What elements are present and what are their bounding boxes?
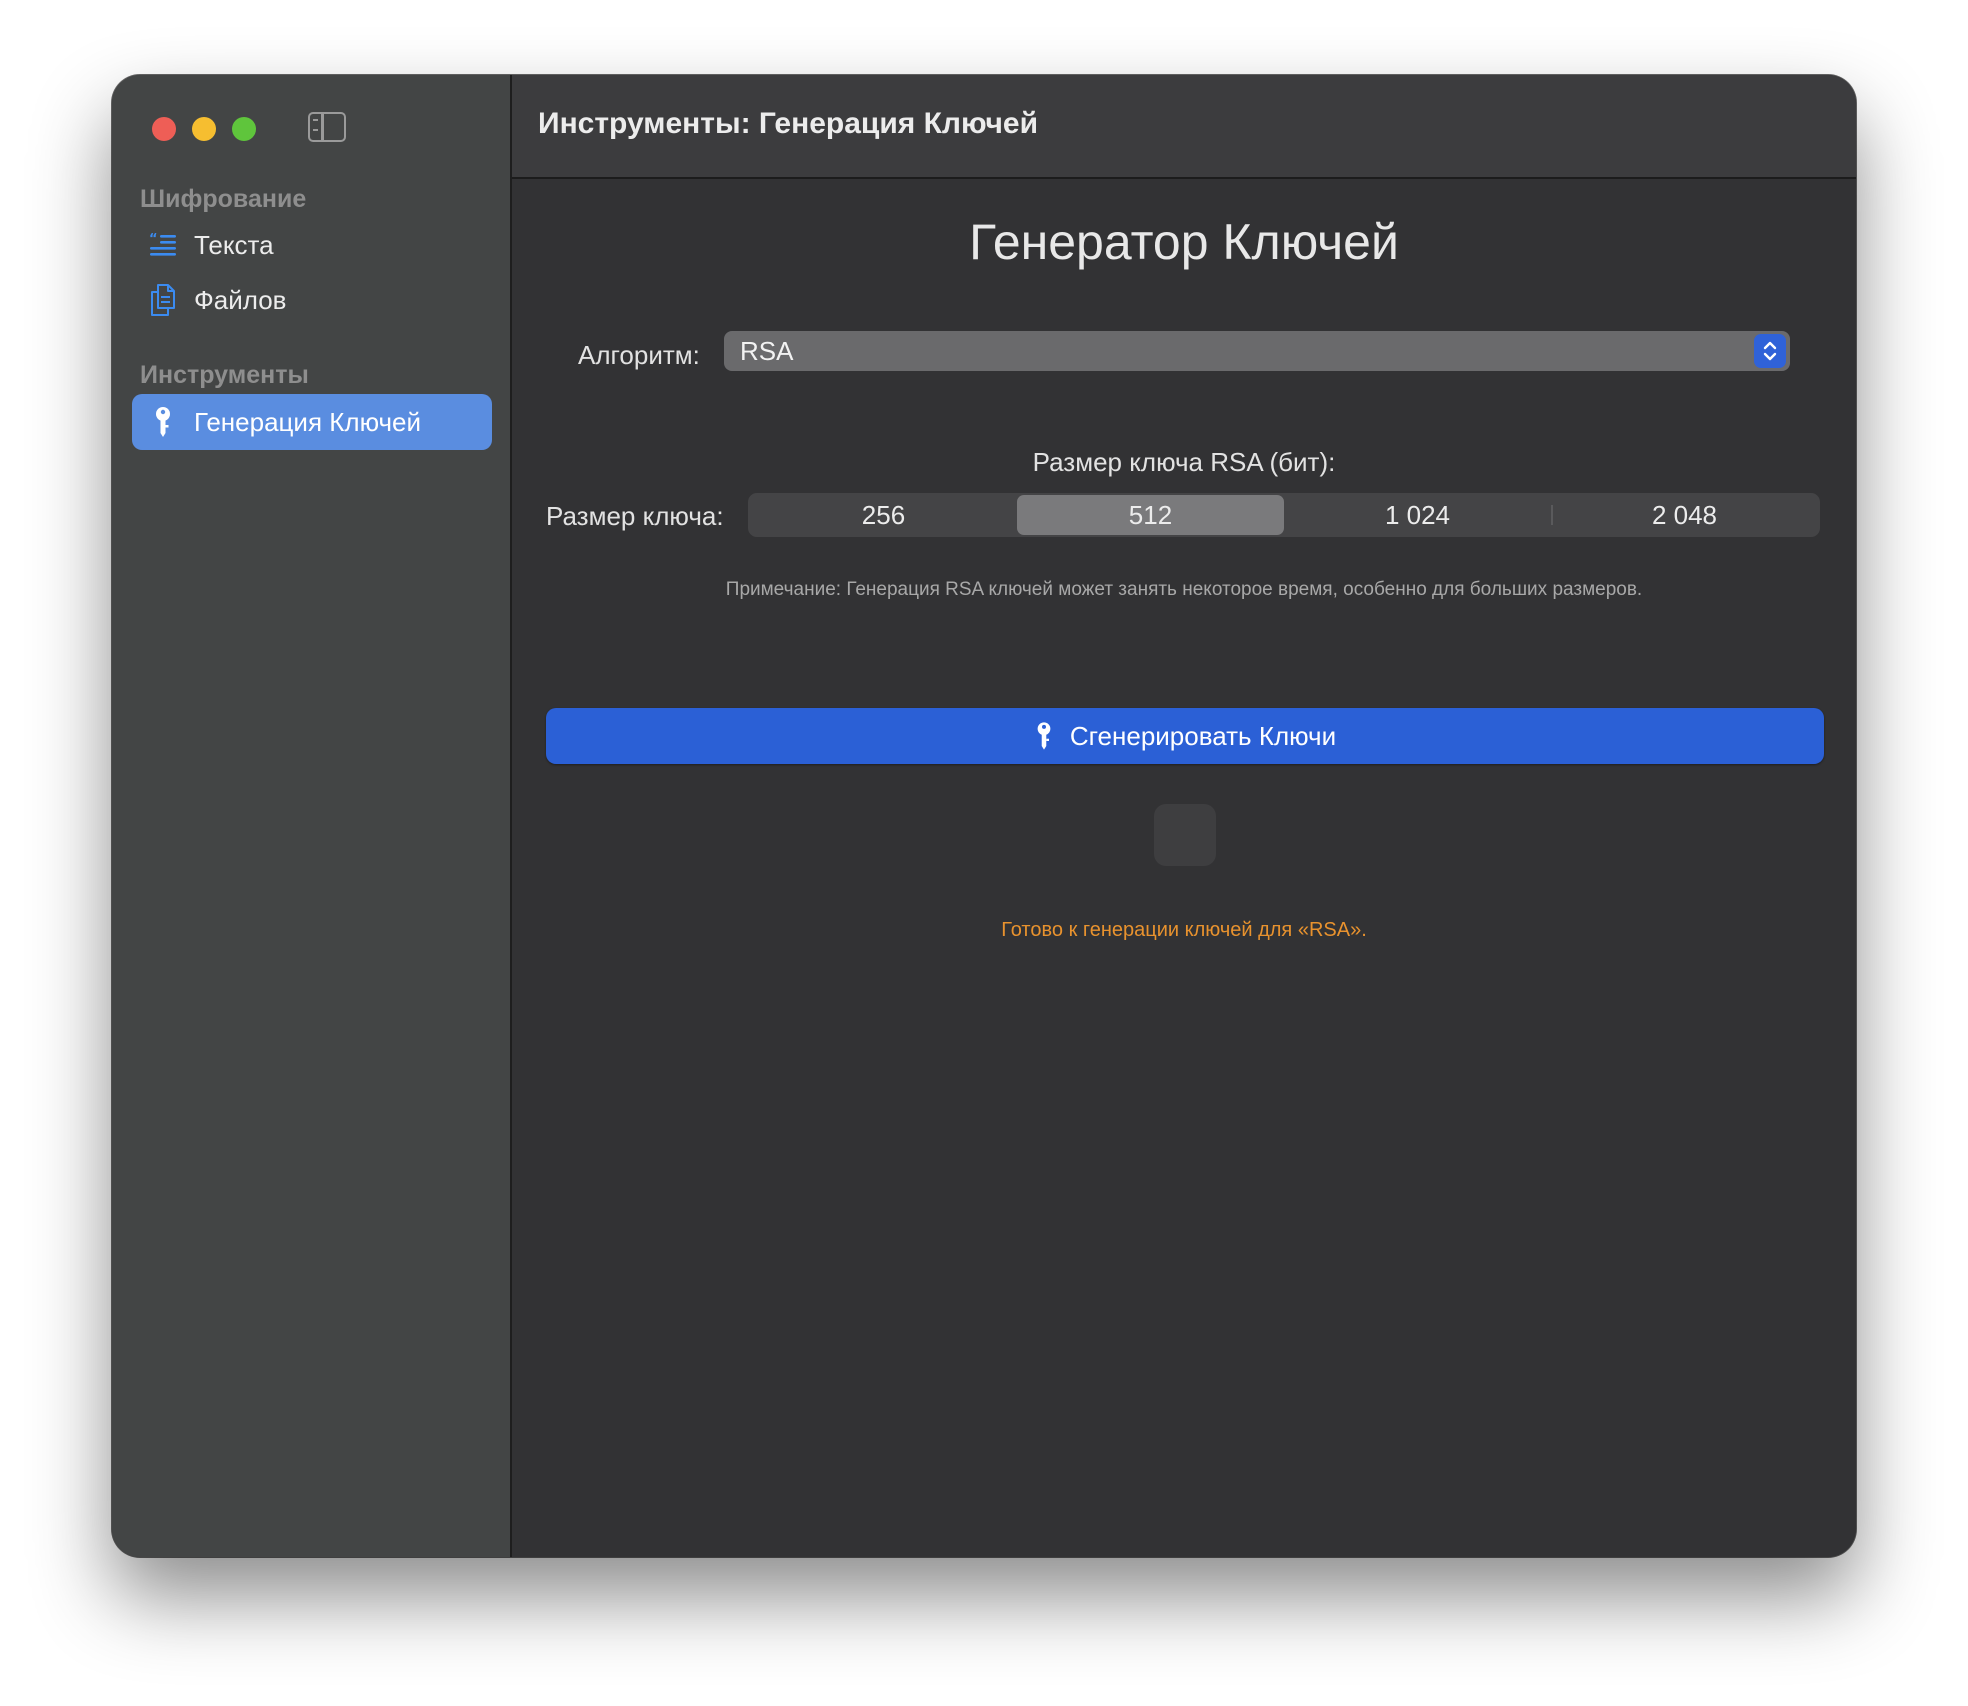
svg-text:“: “ — [149, 232, 158, 247]
key-icon — [148, 407, 178, 437]
app-window: Шифрование “ Текста Файлов Инструменты Г… — [112, 75, 1856, 1557]
status-message: Готово к генерации ключей для «RSA». — [1001, 919, 1367, 941]
key-size-segmented-control: 256 512 1 024 2 048 — [748, 493, 1820, 537]
key-size-label: Размер ключа: — [546, 501, 724, 531]
generation-note: Примечание: Генерация RSA ключей может з… — [725, 579, 1643, 600]
main-content: Инструменты: Генерация Ключей Генератор … — [512, 75, 1856, 1557]
generate-keys-button-label: Сгенерировать Ключи — [1069, 720, 1337, 751]
titlebar: Инструменты: Генерация Ключей — [512, 75, 1856, 179]
sidebar: Шифрование “ Текста Файлов Инструменты Г… — [112, 75, 512, 1557]
sidebar-section-tools-header: Инструменты — [140, 361, 309, 389]
sidebar-item-label: Файлов — [194, 284, 287, 315]
documents-icon — [148, 284, 178, 316]
algorithm-select[interactable]: RSA — [724, 331, 1790, 371]
sidebar-toggle-icon[interactable] — [308, 112, 346, 142]
key-icon — [1034, 721, 1054, 751]
sidebar-item-text[interactable]: “ Текста — [132, 217, 492, 273]
text-quote-icon: “ — [148, 230, 178, 260]
minimize-window-button[interactable] — [192, 117, 216, 141]
key-size-option-256[interactable]: 256 — [750, 495, 1017, 535]
key-size-option-1024[interactable]: 1 024 — [1284, 495, 1551, 535]
window-title: Инструменты: Генерация Ключей — [538, 107, 1039, 140]
generate-keys-button[interactable]: Сгенерировать Ключи — [546, 708, 1824, 764]
algorithm-label: Алгоритм: — [578, 340, 700, 370]
key-size-option-2048[interactable]: 2 048 — [1551, 495, 1818, 535]
key-size-option-512[interactable]: 512 — [1017, 495, 1284, 535]
page-title: Генератор Ключей — [969, 214, 1399, 270]
sidebar-item-key-generation[interactable]: Генерация Ключей — [132, 394, 492, 450]
zoom-window-button[interactable] — [232, 117, 256, 141]
progress-indicator — [1154, 804, 1216, 866]
key-size-heading: Размер ключа RSA (бит): — [1032, 447, 1336, 477]
sidebar-item-files[interactable]: Файлов — [132, 272, 492, 328]
sidebar-section-encryption-header: Шифрование — [140, 185, 307, 213]
sidebar-item-label: Текста — [194, 229, 274, 260]
close-window-button[interactable] — [152, 117, 176, 141]
sidebar-item-label: Генерация Ключей — [194, 406, 422, 437]
algorithm-select-value: RSA — [740, 335, 794, 366]
chevron-up-down-icon — [1754, 334, 1786, 368]
